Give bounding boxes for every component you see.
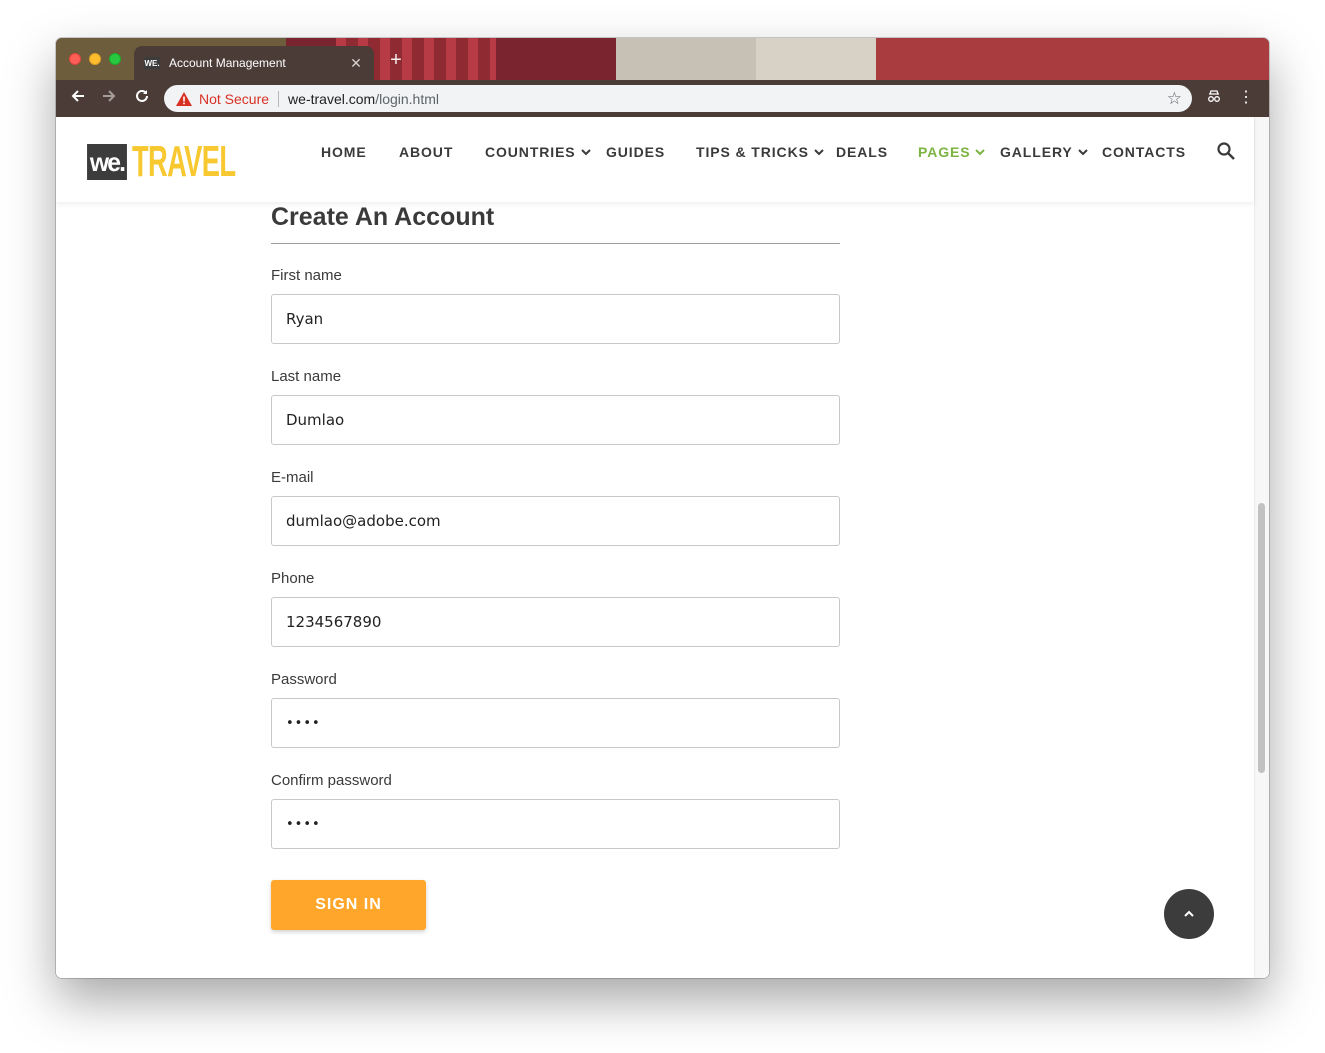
nav-countries[interactable]: COUNTRIES (485, 142, 591, 162)
nav-home-label: HOME (321, 144, 367, 160)
page-viewport: we. TRAVEL HOME ABOUT COUNTRIES GUIDES T… (56, 117, 1269, 978)
url-host: we-travel.com (288, 90, 376, 107)
address-bar[interactable]: Not Secure we-travel.com/login.html ☆ (164, 85, 1192, 112)
browser-window: WE. Account Management ✕ + Not Secure we… (56, 38, 1269, 978)
address-separator (278, 90, 280, 107)
browser-tab-strip: WE. Account Management ✕ + (56, 38, 1269, 80)
security-label[interactable]: Not Secure (199, 91, 269, 107)
extension-icon[interactable] (1204, 88, 1224, 108)
chevron-down-icon (1077, 149, 1088, 156)
confirm-password-label: Confirm password (271, 772, 392, 789)
tab-favicon-icon: WE. (144, 57, 160, 69)
email-label: E-mail (271, 469, 314, 486)
confirm-password-field[interactable]: •••• (271, 799, 840, 849)
nav-contacts-label: CONTACTS (1102, 144, 1186, 160)
nav-pages-label: PAGES (918, 144, 971, 160)
browser-toolbar: Not Secure we-travel.com/login.html ☆ ⋮ (56, 80, 1269, 117)
warning-icon (176, 91, 192, 106)
title-divider (271, 243, 840, 244)
sign-in-button[interactable]: SIGN IN (271, 880, 426, 930)
last-name-field[interactable]: Dumlao (271, 395, 840, 445)
nav-countries-label: COUNTRIES (485, 144, 576, 160)
chevron-up-icon (1184, 910, 1194, 917)
first-name-field[interactable]: Ryan (271, 294, 840, 344)
nav-gallery-label: GALLERY (1000, 144, 1073, 160)
password-field[interactable]: •••• (271, 698, 840, 748)
tab-title: Account Management (169, 56, 286, 70)
reload-icon[interactable] (132, 88, 152, 108)
chevron-down-icon (975, 149, 986, 156)
menu-icon[interactable]: ⋮ (1238, 88, 1254, 108)
chevron-down-icon (580, 149, 591, 156)
forward-icon[interactable] (99, 88, 119, 108)
back-icon[interactable] (68, 88, 88, 108)
email-field[interactable]: dumlao@adobe.com (271, 496, 840, 546)
nav-deals-label: DEALS (836, 144, 888, 160)
url-path: /login.html (375, 90, 439, 107)
chevron-down-icon (814, 149, 824, 156)
window-zoom-button[interactable] (109, 53, 121, 65)
password-label: Password (271, 671, 337, 688)
nav-gallery[interactable]: GALLERY (1000, 142, 1088, 162)
scroll-to-top-button[interactable] (1164, 889, 1214, 939)
nav-guides-label: GUIDES (606, 144, 666, 160)
search-icon[interactable] (1216, 141, 1236, 161)
nav-guides[interactable]: GUIDES (606, 142, 665, 162)
page-title: Create An Account (271, 203, 495, 231)
nav-about-label: ABOUT (399, 144, 454, 160)
nav-tips-tricks[interactable]: TIPS & TRICKS (696, 142, 824, 162)
logo-travel: TRAVEL (132, 137, 236, 186)
last-name-label: Last name (271, 368, 342, 385)
nav-deals[interactable]: DEALS (836, 142, 888, 162)
site-header: we. TRAVEL HOME ABOUT COUNTRIES GUIDES T… (56, 117, 1254, 202)
nav-about[interactable]: ABOUT (399, 142, 453, 162)
new-tab-icon[interactable]: + (386, 50, 406, 70)
logo-we: we. (87, 144, 127, 180)
site-logo[interactable]: we. TRAVEL (86, 137, 299, 186)
theme-art-5 (756, 38, 876, 80)
nav-tips-tricks-label: TIPS & TRICKS (696, 144, 809, 160)
close-icon[interactable]: ✕ (348, 55, 364, 72)
phone-field[interactable]: 1234567890 (271, 597, 840, 647)
nav-home[interactable]: HOME (321, 142, 367, 162)
scrollbar-thumb[interactable] (1258, 503, 1265, 773)
star-icon[interactable]: ☆ (1167, 89, 1182, 109)
nav-contacts[interactable]: CONTACTS (1102, 142, 1186, 162)
theme-art-4 (876, 38, 1269, 80)
phone-label: Phone (271, 570, 315, 587)
nav-pages[interactable]: PAGES (918, 142, 986, 162)
window-minimize-button[interactable] (89, 53, 101, 65)
first-name-label: First name (271, 267, 342, 284)
window-close-button[interactable] (69, 53, 81, 65)
browser-tab[interactable]: WE. Account Management ✕ (134, 46, 374, 80)
